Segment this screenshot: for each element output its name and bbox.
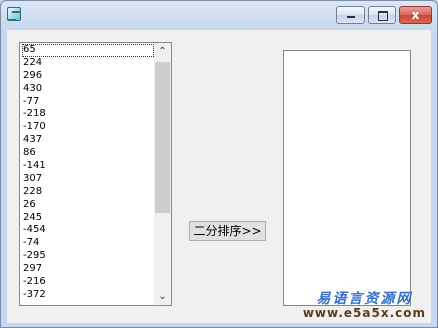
minimize-icon: [347, 16, 355, 18]
title-bar[interactable]: x: [1, 1, 437, 29]
close-button[interactable]: x: [399, 6, 432, 24]
listbox-scrollbar[interactable]: ⌃ ⌄: [154, 43, 171, 305]
list-item[interactable]: -74: [22, 237, 154, 250]
application-window: x 65 224 296 430 -77 -218 -170 437 86 -141 307 228 2…: [0, 0, 438, 328]
binary-sort-button[interactable]: 二分排序>>: [189, 221, 266, 241]
maximize-button[interactable]: [368, 6, 396, 24]
list-item[interactable]: -218: [22, 108, 154, 121]
list-item[interactable]: 245: [22, 212, 154, 225]
list-item[interactable]: 296: [22, 70, 154, 83]
client-area: 65 224 296 430 -77 -218 -170 437 86 -141 307 228 26 2…: [7, 30, 431, 323]
scroll-thumb[interactable]: [155, 62, 170, 213]
list-item[interactable]: 437: [22, 134, 154, 147]
site-watermark: 易语言资源网 www.e5a5x.com: [303, 291, 426, 321]
close-icon: x: [411, 8, 420, 22]
list-item[interactable]: -141: [22, 160, 154, 173]
list-item[interactable]: 86: [22, 147, 154, 160]
list-item[interactable]: 65: [22, 44, 154, 57]
app-icon: [7, 7, 21, 21]
sorted-output-listbox[interactable]: [283, 50, 411, 306]
maximize-icon: [378, 11, 388, 21]
list-item[interactable]: 307: [22, 173, 154, 186]
list-item[interactable]: 26: [22, 199, 154, 212]
list-item[interactable]: 224: [22, 57, 154, 70]
list-item[interactable]: 430: [22, 83, 154, 96]
list-item[interactable]: -77: [22, 96, 154, 109]
list-item[interactable]: -216: [22, 276, 154, 289]
list-item[interactable]: -170: [22, 121, 154, 134]
scroll-up-icon[interactable]: ⌃: [154, 43, 171, 60]
list-item[interactable]: -372: [22, 289, 154, 302]
watermark-url: www.e5a5x.com: [302, 306, 426, 321]
watermark-chinese-text: 易语言资源网: [316, 291, 413, 308]
scroll-down-icon[interactable]: ⌄: [154, 288, 171, 305]
minimize-button[interactable]: [336, 6, 365, 24]
list-item[interactable]: -454: [22, 224, 154, 237]
number-listbox[interactable]: 65 224 296 430 -77 -218 -170 437 86 -141 307 228 26 2…: [19, 42, 172, 306]
list-item[interactable]: -295: [22, 250, 154, 263]
list-item[interactable]: 228: [22, 186, 154, 199]
listbox-items: 65 224 296 430 -77 -218 -170 437 86 -141 307 228 26 2…: [22, 44, 154, 302]
list-item[interactable]: 297: [22, 263, 154, 276]
